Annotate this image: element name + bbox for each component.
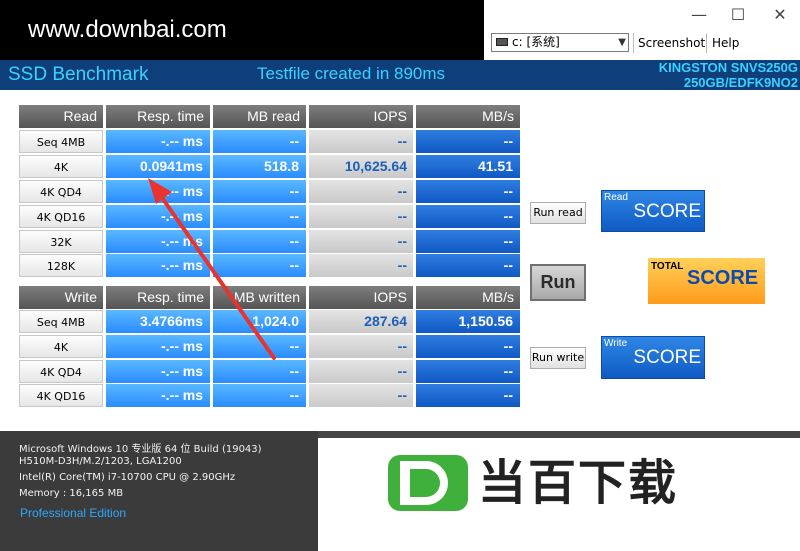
brand-logo-letter xyxy=(400,461,448,505)
read-resp-seq4mb: -.-- ms xyxy=(106,130,210,153)
read-iops-32k: -- xyxy=(309,230,413,253)
read-mbs-4k: 41.51 xyxy=(416,155,520,178)
read-header-iops: IOPS xyxy=(309,105,413,128)
help-button[interactable]: Help xyxy=(712,34,739,52)
read-resp-32k: -.-- ms xyxy=(106,230,210,253)
run-button[interactable]: Run xyxy=(530,264,586,301)
sysinfo-cpu: Intel(R) Core(TM) i7-10700 CPU @ 2.90GHz xyxy=(19,472,236,483)
write-resp-seq4mb: 3.4766ms xyxy=(106,310,210,333)
read-header-resp: Resp. time xyxy=(106,105,210,128)
write-mbs-4k: -- xyxy=(416,335,520,358)
read-iops-4kqd4: -- xyxy=(309,180,413,203)
drive-model: KINGSTON SNVS250G 250GB/EDFK9NO2 xyxy=(659,60,798,90)
sysinfo-os: Microsoft Windows 10 专业版 64 位 Build (190… xyxy=(19,444,262,455)
write-row-label-seq4mb[interactable]: Seq 4MB xyxy=(19,310,103,333)
read-mb-4k: 518.8 xyxy=(213,155,306,178)
read-header-mb: MB read xyxy=(213,105,306,128)
write-resp-4k: -.-- ms xyxy=(106,335,210,358)
drive-model-name: KINGSTON SNVS250G xyxy=(658,60,798,75)
write-row-label-4k[interactable]: 4K xyxy=(19,335,103,358)
read-score-box: Read SCORE xyxy=(601,190,705,232)
read-iops-seq4mb: -- xyxy=(309,130,413,153)
total-score-box: TOTAL SCORE xyxy=(648,258,765,304)
write-score-value: SCORE xyxy=(633,347,701,368)
app-title: SSD Benchmark xyxy=(8,64,149,85)
read-row-label-32k[interactable]: 32K xyxy=(19,230,103,253)
read-resp-4kqd4: -.-- ms xyxy=(106,180,210,203)
read-row-label-128k[interactable]: 128K xyxy=(19,254,103,277)
read-row-label-4kqd16[interactable]: 4K QD16 xyxy=(19,205,103,228)
read-resp-4kqd16: -.-- ms xyxy=(106,205,210,228)
toolbar-divider xyxy=(706,33,707,53)
read-score-caption: Read xyxy=(604,192,628,203)
read-mb-128k: -- xyxy=(213,254,306,277)
read-mbs-4kqd16: -- xyxy=(416,205,520,228)
write-mbs-4kqd16: -- xyxy=(416,384,520,407)
read-mb-4kqd16: -- xyxy=(213,205,306,228)
write-header-label: Write xyxy=(19,286,103,309)
write-header-mb: MB written xyxy=(213,286,306,309)
edition-label: Professional Edition xyxy=(20,506,127,520)
maximize-icon[interactable]: ☐ xyxy=(723,4,753,26)
watermark-banner: www.downbai.com xyxy=(0,0,484,60)
drive-select[interactable]: c: [系统] ▼ xyxy=(491,33,629,52)
close-icon[interactable]: ✕ xyxy=(765,4,795,26)
read-resp-4k: 0.0941ms xyxy=(106,155,210,178)
write-iops-seq4mb: 287.64 xyxy=(309,310,413,333)
write-iops-4kqd16: -- xyxy=(309,384,413,407)
read-header-label: Read xyxy=(19,105,103,128)
run-write-button[interactable]: Run write xyxy=(530,347,586,369)
system-info-panel: Microsoft Windows 10 专业版 64 位 Build (190… xyxy=(0,431,318,551)
brand-watermark-text: 当百下载 xyxy=(478,455,679,511)
write-row-label-4kqd16[interactable]: 4K QD16 xyxy=(19,384,103,407)
drive-model-firmware: 250GB/EDFK9NO2 xyxy=(683,75,798,90)
drive-icon xyxy=(496,38,508,46)
chevron-down-icon: ▼ xyxy=(618,37,626,48)
read-mb-4kqd4: -- xyxy=(213,180,306,203)
read-mb-32k: -- xyxy=(213,230,306,253)
read-mb-seq4mb: -- xyxy=(213,130,306,153)
sysinfo-memory: Memory : 16,165 MB xyxy=(19,488,124,499)
sysinfo-board: H510M-D3H/M.2/1203, LGA1200 xyxy=(19,456,182,467)
toolbar-divider xyxy=(633,33,634,53)
write-mb-4kqd4: -- xyxy=(213,360,306,383)
minimize-icon[interactable]: — xyxy=(684,4,714,26)
header-band: SSD Benchmark Testfile created in 890ms … xyxy=(0,60,800,90)
read-score-value: SCORE xyxy=(633,201,701,222)
read-mbs-128k: -- xyxy=(416,254,520,277)
testfile-status: Testfile created in 890ms xyxy=(257,64,446,83)
read-header-mbs: MB/s xyxy=(416,105,520,128)
read-row-label-4k[interactable]: 4K xyxy=(19,155,103,178)
write-header-mbs: MB/s xyxy=(416,286,520,309)
read-iops-128k: -- xyxy=(309,254,413,277)
write-row-label-4kqd4[interactable]: 4K QD4 xyxy=(19,360,103,383)
total-score-caption: TOTAL xyxy=(651,261,684,272)
write-resp-4kqd16: -.-- ms xyxy=(106,384,210,407)
brand-logo-icon xyxy=(388,455,468,511)
write-mb-4k: -- xyxy=(213,335,306,358)
drive-select-value: c: [系统] xyxy=(512,35,560,49)
write-mb-4kqd16: -- xyxy=(213,384,306,407)
write-score-box: Write SCORE xyxy=(601,336,705,379)
read-mbs-seq4mb: -- xyxy=(416,130,520,153)
read-row-label-4kqd4[interactable]: 4K QD4 xyxy=(19,180,103,203)
read-mbs-4kqd4: -- xyxy=(416,180,520,203)
write-iops-4k: -- xyxy=(309,335,413,358)
write-header-resp: Resp. time xyxy=(106,286,210,309)
read-iops-4kqd16: -- xyxy=(309,205,413,228)
write-mbs-seq4mb: 1,150.56 xyxy=(416,310,520,333)
total-score-value: SCORE xyxy=(687,267,759,289)
write-score-caption: Write xyxy=(604,338,628,349)
read-mbs-32k: -- xyxy=(416,230,520,253)
run-read-button[interactable]: Run read xyxy=(530,202,586,224)
write-iops-4kqd4: -- xyxy=(309,360,413,383)
write-mbs-4kqd4: -- xyxy=(416,360,520,383)
write-header-iops: IOPS xyxy=(309,286,413,309)
read-resp-128k: -.-- ms xyxy=(106,254,210,277)
write-mb-seq4mb: 1,024.0 xyxy=(213,310,306,333)
read-iops-4k: 10,625.64 xyxy=(309,155,413,178)
write-resp-4kqd4: -.-- ms xyxy=(106,360,210,383)
read-row-label-seq4mb[interactable]: Seq 4MB xyxy=(19,130,103,153)
screenshot-button[interactable]: Screenshot xyxy=(638,34,705,52)
